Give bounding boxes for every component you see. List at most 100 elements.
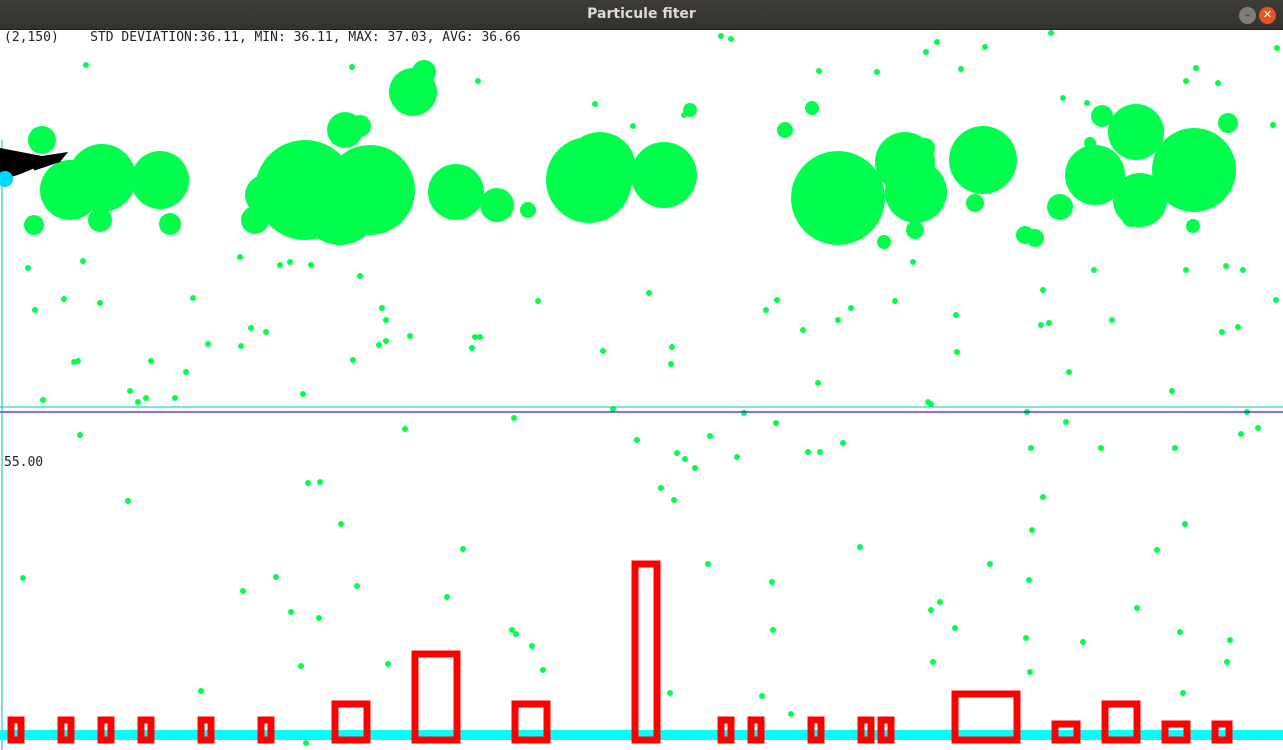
particle-dot xyxy=(718,33,724,39)
particle-blob xyxy=(777,122,793,138)
particle-dot xyxy=(287,259,293,265)
particle-dot xyxy=(1040,287,1046,293)
particle-dot xyxy=(1134,605,1140,611)
particle-dot xyxy=(741,410,747,416)
particle-dot xyxy=(937,599,943,605)
particle-dot xyxy=(444,594,450,600)
particle-blob xyxy=(906,221,924,239)
particle-dot xyxy=(1180,690,1186,696)
particle-dot xyxy=(840,440,846,446)
particle-dot xyxy=(127,388,133,394)
particle-dot xyxy=(682,456,688,462)
particle-dot xyxy=(1182,521,1188,527)
particle-blob xyxy=(241,206,269,234)
particle-dot xyxy=(1215,80,1221,86)
particle-blob xyxy=(412,60,436,84)
particle-dot xyxy=(1183,78,1189,84)
particle-dot xyxy=(857,544,863,550)
particle-dot xyxy=(71,359,77,365)
particle-dot xyxy=(1270,122,1276,128)
particle-blob xyxy=(1047,194,1073,220)
particle-blob xyxy=(40,160,100,220)
particle-dot xyxy=(671,497,677,503)
particle-dot xyxy=(1172,445,1178,451)
particle-blobs xyxy=(24,60,1238,249)
particle-blob xyxy=(949,126,1017,194)
particle-dot xyxy=(705,561,711,567)
particle-dot xyxy=(1066,369,1072,375)
particle-dot xyxy=(674,450,680,456)
particle-dot xyxy=(25,265,31,271)
particle-blob xyxy=(349,115,371,137)
particle-dot xyxy=(952,625,958,631)
particle-dot xyxy=(300,391,306,397)
particle-blob xyxy=(1122,209,1140,227)
particle-dot xyxy=(240,588,246,594)
histogram-bar xyxy=(411,650,461,744)
particle-dot xyxy=(1084,100,1090,106)
particle-dot xyxy=(61,296,67,302)
status-readout: (2,150) STD DEVIATION:36.11, MIN: 36.11,… xyxy=(4,30,521,45)
particle-blob xyxy=(520,202,536,218)
particle-dot xyxy=(477,334,483,340)
particle-blob xyxy=(88,208,112,232)
particle-dot xyxy=(350,357,356,363)
particle-dot xyxy=(815,380,821,386)
particle-dot xyxy=(982,44,988,50)
particle-blob xyxy=(1026,229,1044,247)
particle-blob xyxy=(131,151,189,209)
particle-dot xyxy=(475,78,481,84)
particle-dot xyxy=(1224,659,1230,665)
particle-dot xyxy=(910,259,916,265)
particle-dot xyxy=(80,258,86,264)
particle-scene xyxy=(0,30,1283,750)
particle-dot xyxy=(600,348,606,354)
particle-dot xyxy=(288,609,294,615)
particle-blob xyxy=(428,164,484,220)
particle-dot xyxy=(646,290,652,296)
particle-filter-canvas[interactable]: (2,150) STD DEVIATION:36.11, MIN: 36.11,… xyxy=(0,30,1283,750)
particle-dot xyxy=(934,39,940,45)
particle-dot xyxy=(669,344,675,350)
particle-dot xyxy=(892,298,898,304)
particle-dot xyxy=(1023,635,1029,641)
particle-dot xyxy=(305,480,311,486)
particle-dot xyxy=(298,663,304,669)
particle-dot xyxy=(835,317,841,323)
particle-blob xyxy=(1108,104,1164,160)
particle-dot xyxy=(1235,324,1241,330)
particle-dot xyxy=(958,66,964,72)
particle-dot xyxy=(1109,317,1115,323)
particle-dot xyxy=(263,329,269,335)
particle-dot xyxy=(1238,431,1244,437)
particle-dot xyxy=(357,273,363,279)
particle-blob xyxy=(564,132,636,204)
particle-dot xyxy=(183,369,189,375)
particle-dot xyxy=(759,693,765,699)
particle-dot xyxy=(800,327,806,333)
particle-dot xyxy=(273,574,279,580)
particle-dot xyxy=(707,433,713,439)
particle-dot xyxy=(97,300,103,306)
particle-dot xyxy=(928,607,934,613)
particle-dot xyxy=(1026,577,1032,583)
particle-dot xyxy=(769,579,775,585)
particle-dot xyxy=(953,312,959,318)
particle-dot xyxy=(383,338,389,344)
particle-dot xyxy=(513,631,519,637)
close-icon[interactable]: ✕ xyxy=(1259,7,1276,24)
particle-dot xyxy=(125,498,131,504)
particle-blob xyxy=(877,235,891,249)
particle-dot xyxy=(317,479,323,485)
particle-dot xyxy=(728,36,734,42)
particle-dot xyxy=(248,325,254,331)
particle-dot xyxy=(954,349,960,355)
particle-dot xyxy=(1154,547,1160,553)
particle-dot xyxy=(385,661,391,667)
particle-dot xyxy=(1046,320,1052,326)
particle-dot xyxy=(1080,639,1086,645)
particle-dot xyxy=(83,62,89,68)
particle-dot xyxy=(1223,263,1229,269)
particle-dot xyxy=(198,688,204,694)
minimize-icon[interactable]: – xyxy=(1239,7,1256,24)
